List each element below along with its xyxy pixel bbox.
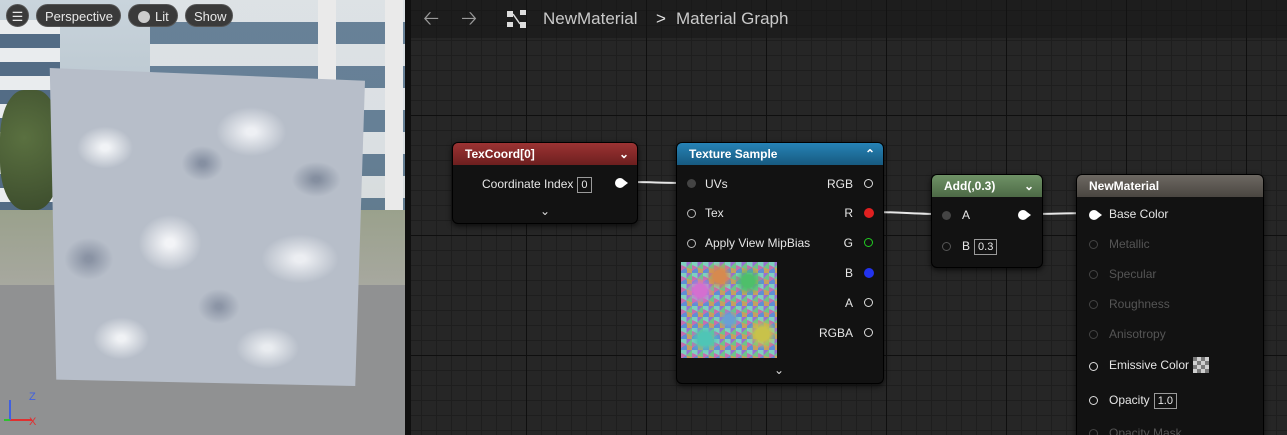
material-graph-canvas[interactable]: 🡠 🡢 NewMaterial > Material Graph TexCoor… — [411, 0, 1287, 435]
axis-gizmo-icon: Z X — [4, 391, 37, 428]
node-material-result[interactable]: NewMaterial Base Color Metallic Specular… — [1076, 174, 1264, 435]
coordinate-index-input[interactable]: 0 — [577, 177, 592, 193]
uvs-label: UVs — [705, 177, 728, 191]
breadcrumb-asset[interactable]: NewMaterial — [543, 9, 637, 29]
mipbias-input-pin[interactable] — [687, 239, 696, 248]
collapse-chevron-icon[interactable]: ⌃ — [865, 143, 875, 165]
node-texture-sample-title: Texture Sample — [689, 147, 778, 161]
add-a-label: A — [962, 208, 971, 222]
collapse-chevron-icon[interactable]: ⌄ — [619, 143, 629, 165]
metallic-input-pin[interactable] — [1089, 240, 1098, 249]
emissive-color-row: Emissive Color — [1109, 357, 1210, 373]
graph-toolbar: 🡠 🡢 NewMaterial > Material Graph — [411, 0, 1287, 38]
node-add-title: Add(,0.3) — [944, 179, 996, 193]
apply-view-mipbias-label: Apply View MipBias — [705, 236, 811, 250]
emissive-color-input-pin[interactable] — [1089, 362, 1098, 371]
viewport-menu-button[interactable]: ☰ — [6, 4, 29, 27]
texture-preview-thumbnail — [681, 262, 777, 358]
g-output-pin[interactable] — [864, 238, 873, 247]
g-output-label: G — [843, 236, 853, 250]
expand-chevron-icon[interactable]: ⌄ — [540, 204, 550, 218]
node-texcoord[interactable]: TexCoord[0] ⌄ Coordinate Index 0 ⌄ — [452, 142, 638, 224]
add-a-input-pin[interactable] — [942, 211, 951, 220]
texcoord-output-pin[interactable] — [615, 178, 628, 188]
forward-arrow-icon[interactable]: 🡢 — [461, 9, 477, 29]
add-b-row: B 0.3 — [962, 239, 998, 255]
node-texture-sample[interactable]: Texture Sample ⌃ UVs Tex Apply View MipB… — [676, 142, 884, 384]
breadcrumb-graph: Material Graph — [676, 9, 789, 28]
coordinate-index-row: Coordinate Index 0 — [482, 177, 592, 193]
lit-label: Lit — [155, 9, 169, 24]
opacity-label: Opacity — [1109, 393, 1150, 407]
add-b-label: B — [962, 239, 971, 253]
add-b-input-pin[interactable] — [942, 242, 951, 251]
add-b-value-input[interactable]: 0.3 — [974, 239, 998, 255]
r-output-pin[interactable] — [864, 208, 874, 218]
emissive-color-swatch[interactable] — [1193, 357, 1210, 373]
roughness-label: Roughness — [1109, 297, 1170, 311]
add-output-pin[interactable] — [1018, 210, 1031, 220]
tex-label: Tex — [705, 206, 724, 220]
viewport-3d[interactable]: ☰ Perspective Lit Show Z X — [0, 0, 405, 435]
node-add[interactable]: Add(,0.3) ⌄ A B 0.3 — [931, 174, 1043, 268]
opacity-value-input[interactable]: 1.0 — [1153, 393, 1177, 409]
anisotropy-label: Anisotropy — [1109, 327, 1166, 341]
rgb-output-label: RGB — [826, 177, 853, 191]
node-result-title: NewMaterial — [1089, 179, 1160, 193]
rgb-output-pin[interactable] — [864, 179, 873, 188]
material-preview-plane — [49, 68, 365, 386]
opacity-mask-label: Opacity Mask — [1109, 426, 1182, 435]
a-output-label: A — [844, 296, 853, 310]
emissive-color-label: Emissive Color — [1109, 358, 1190, 372]
a-output-pin[interactable] — [864, 298, 873, 307]
b-output-pin[interactable] — [864, 268, 874, 278]
breadcrumb-separator: > — [656, 9, 666, 28]
perspective-button[interactable]: Perspective — [36, 4, 121, 27]
metallic-label: Metallic — [1109, 237, 1150, 251]
opacity-row: Opacity 1.0 — [1109, 393, 1177, 409]
collapse-chevron-icon[interactable]: ⌄ — [1024, 175, 1034, 197]
show-button[interactable]: Show — [185, 4, 233, 27]
node-texcoord-header[interactable]: TexCoord[0] ⌄ — [453, 143, 637, 165]
rgba-output-label: RGBA — [818, 326, 853, 340]
base-color-input-pin[interactable] — [1089, 210, 1102, 220]
material-graph-icon — [507, 10, 526, 28]
node-result-header[interactable]: NewMaterial — [1077, 175, 1263, 197]
back-arrow-icon[interactable]: 🡠 — [423, 9, 439, 29]
coordinate-index-label: Coordinate Index — [482, 177, 574, 191]
b-output-label: B — [844, 266, 853, 280]
base-color-label: Base Color — [1109, 207, 1169, 221]
opacity-input-pin[interactable] — [1089, 396, 1098, 405]
r-output-label: R — [844, 206, 853, 220]
lit-sphere-icon — [138, 11, 150, 23]
tex-input-pin[interactable] — [687, 209, 696, 218]
lit-mode-button[interactable]: Lit — [128, 4, 178, 27]
anisotropy-input-pin[interactable] — [1089, 330, 1098, 339]
opacity-mask-input-pin[interactable] — [1089, 429, 1098, 435]
node-texcoord-title: TexCoord[0] — [465, 147, 535, 161]
specular-label: Specular — [1109, 267, 1157, 281]
axis-z-label: Z — [29, 391, 36, 403]
node-texture-sample-header[interactable]: Texture Sample ⌃ — [677, 143, 883, 165]
specular-input-pin[interactable] — [1089, 270, 1098, 279]
uvs-input-pin[interactable] — [687, 179, 696, 188]
building-column — [385, 0, 403, 230]
axis-x-label: X — [29, 416, 37, 428]
roughness-input-pin[interactable] — [1089, 300, 1098, 309]
hamburger-icon: ☰ — [11, 9, 24, 24]
expand-chevron-icon[interactable]: ⌄ — [774, 363, 784, 377]
node-add-header[interactable]: Add(,0.3) ⌄ — [932, 175, 1042, 197]
rgba-output-pin[interactable] — [864, 328, 873, 337]
